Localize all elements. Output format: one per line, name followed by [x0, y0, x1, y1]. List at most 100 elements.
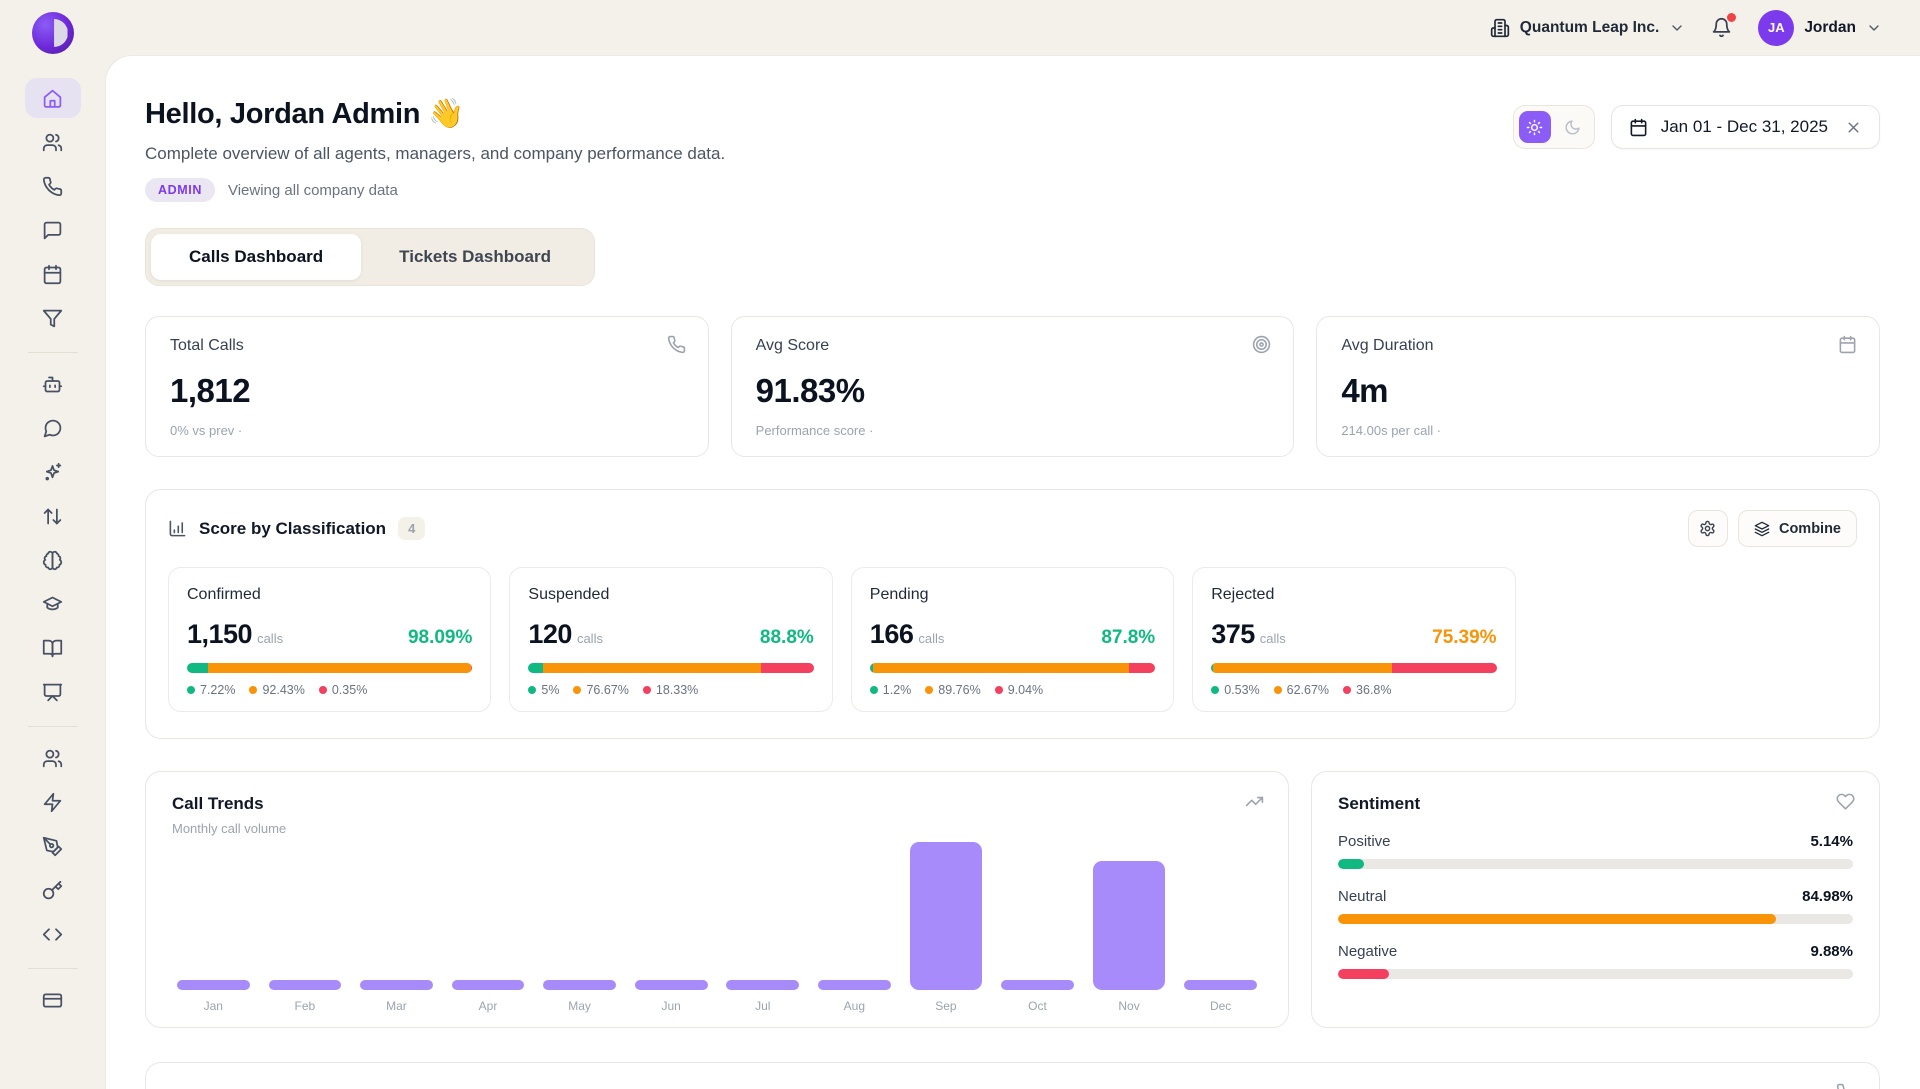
calendar-icon [42, 264, 63, 285]
sidebar-item-intelligence[interactable] [25, 540, 81, 580]
bar-column-mar[interactable]: Mar [355, 980, 438, 1013]
stat-card-avg-score: Avg Score 91.83% Performance score · [731, 316, 1295, 457]
notification-dot [1727, 13, 1736, 22]
bar-month-label: Dec [1210, 999, 1231, 1013]
call-trends-plot: Jan Feb Mar AprMay Jun Jul Aug Sep Oct Nov Dec [172, 842, 1262, 1013]
bar-column-sep[interactable]: Sep [905, 842, 988, 1013]
zap-icon [42, 792, 63, 813]
sidebar-item-bot[interactable] [25, 364, 81, 404]
tab-tickets-dashboard[interactable]: Tickets Dashboard [361, 234, 589, 280]
pen-tool-icon [42, 836, 63, 857]
bar [910, 842, 983, 990]
layers-icon [1754, 521, 1770, 537]
sidebar-item-library[interactable] [25, 628, 81, 668]
avatar: JA [1758, 10, 1794, 46]
bar-column-jan[interactable]: Jan [172, 980, 255, 1013]
message-circle-icon [42, 418, 63, 439]
sentiment-card: Sentiment Positive 5.14% Neutral 84.98% [1311, 771, 1880, 1028]
sidebar-item-transfers[interactable] [25, 496, 81, 536]
chevron-down-icon [1669, 20, 1685, 36]
company-selector[interactable]: Quantum Leap Inc. [1490, 18, 1686, 38]
bar-column-jun[interactable]: Jun [630, 980, 713, 1013]
combine-label: Combine [1779, 521, 1841, 537]
bar [726, 980, 799, 990]
bar-column-apr[interactable]: Apr [447, 980, 530, 1013]
sentiment-value: 84.98% [1802, 888, 1853, 905]
date-range-picker[interactable]: Jan 01 - Dec 31, 2025 [1611, 105, 1880, 149]
bar-column-oct[interactable]: Oct [996, 980, 1079, 1013]
sidebar-item-access[interactable] [25, 870, 81, 910]
classification-calls: 120 [528, 619, 572, 649]
sidebar-item-calls[interactable] [25, 166, 81, 206]
bar-segment-neutral [1213, 663, 1392, 673]
bar-column-jul[interactable]: Jul [721, 980, 804, 1013]
green-dot [187, 686, 195, 694]
orange-dot [925, 686, 933, 694]
sidebar-item-design[interactable] [25, 826, 81, 866]
close-icon [1845, 119, 1862, 136]
user-menu[interactable]: JA Jordan [1758, 10, 1882, 46]
theme-toggle [1513, 105, 1595, 149]
role-badge: ADMIN [145, 178, 215, 202]
sentiment-label: Positive [1338, 833, 1391, 850]
bar-column-nov[interactable]: Nov [1088, 861, 1171, 1013]
app-logo[interactable] [32, 12, 74, 54]
sidebar-divider [28, 352, 78, 353]
users-icon [42, 132, 63, 153]
date-range-text: Jan 01 - Dec 31, 2025 [1661, 117, 1828, 137]
sidebar-item-users[interactable] [25, 122, 81, 162]
tab-calls-dashboard[interactable]: Calls Dashboard [151, 234, 361, 280]
bar-column-feb[interactable]: Feb [264, 980, 347, 1013]
sidebar-divider [28, 726, 78, 727]
bar-month-label: Jan [204, 999, 223, 1013]
sidebar-item-home[interactable] [25, 78, 81, 118]
brain-icon [42, 550, 63, 571]
notifications-button[interactable] [1711, 17, 1732, 38]
sidebar-item-developer[interactable] [25, 914, 81, 954]
chevron-down-icon [1866, 20, 1882, 36]
sidebar-item-ai[interactable] [25, 452, 81, 492]
target-icon [1252, 335, 1271, 354]
bar-month-label: Jun [662, 999, 681, 1013]
book-open-icon [42, 638, 63, 659]
topbar: Quantum Leap Inc. JA Jordan [105, 0, 1920, 55]
score-by-classification-section: Score by Classification 4 Combine Confir… [145, 489, 1880, 739]
bar-column-may[interactable]: May [538, 980, 621, 1013]
classification-bar [1211, 663, 1496, 673]
bar [452, 980, 525, 990]
sidebar-nav [25, 78, 81, 1024]
sidebar-item-filters[interactable] [25, 298, 81, 338]
stat-subtext: Performance score · [756, 423, 1270, 438]
call-trends-card: Call Trends Monthly call volume JanFebMa… [145, 771, 1289, 1028]
user-name: Jordan [1804, 19, 1856, 37]
sidebar-item-presentations[interactable] [25, 672, 81, 712]
dark-mode-button[interactable] [1557, 111, 1589, 143]
classification-legend: 0.53% 62.67% 36.8% [1211, 683, 1496, 697]
sidebar-item-calendar[interactable] [25, 254, 81, 294]
sidebar-item-team[interactable] [25, 738, 81, 778]
viewing-note: Viewing all company data [228, 182, 398, 199]
bar-month-label: Feb [295, 999, 316, 1013]
classification-label: Suspended [528, 586, 813, 604]
classification-bar [528, 663, 813, 673]
sidebar-item-messages[interactable] [25, 210, 81, 250]
bar-segment-neutral [543, 663, 762, 673]
bar-month-label: Oct [1028, 999, 1047, 1013]
bar-column-dec[interactable]: Dec [1179, 980, 1262, 1013]
classification-score: 87.8% [1101, 627, 1155, 649]
sidebar-item-billing[interactable] [25, 980, 81, 1020]
combine-button[interactable]: Combine [1738, 510, 1857, 547]
bar-column-aug[interactable]: Aug [813, 980, 896, 1013]
main-panel: Hello, Jordan Admin 👋 Complete overview … [105, 55, 1920, 1089]
sun-icon [1526, 119, 1543, 136]
light-mode-button[interactable] [1519, 111, 1551, 143]
settings-button[interactable] [1688, 510, 1728, 547]
green-dot [870, 686, 878, 694]
sidebar-item-training[interactable] [25, 584, 81, 624]
stat-subtext: 0% vs prev · [170, 423, 684, 438]
sidebar-item-chat[interactable] [25, 408, 81, 448]
classification-legend: 7.22% 92.43% 0.35% [187, 683, 472, 697]
clear-date-button[interactable] [1845, 119, 1862, 136]
bot-icon [42, 374, 63, 395]
sidebar-item-automations[interactable] [25, 782, 81, 822]
